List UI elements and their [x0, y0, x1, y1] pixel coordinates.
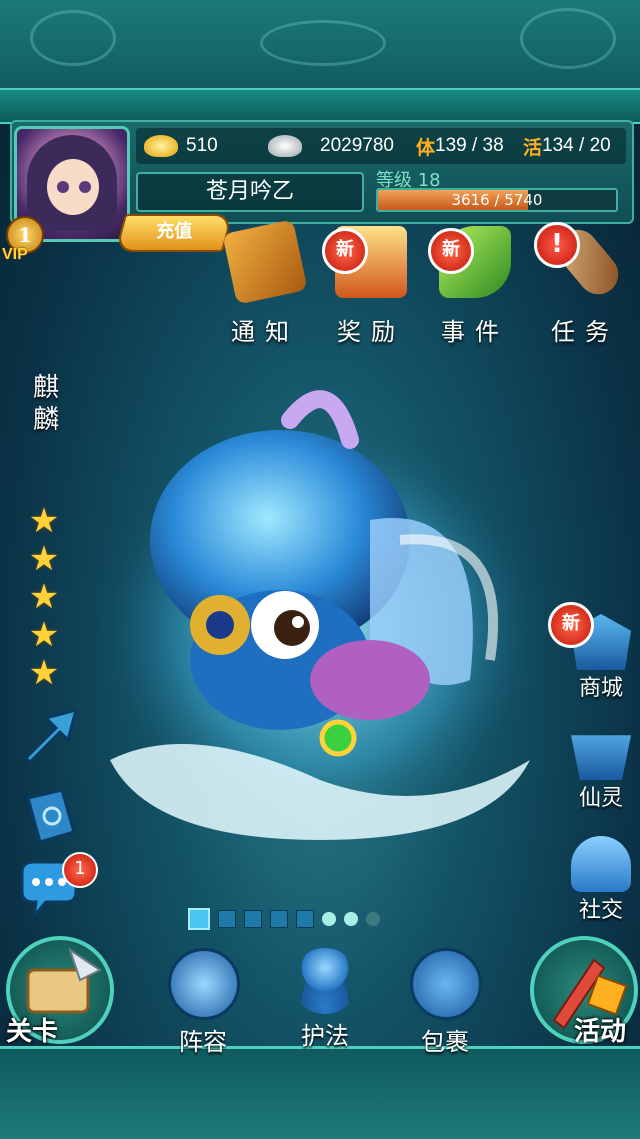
vigor-icon: 活: [523, 137, 543, 159]
new-badge: 新: [322, 228, 368, 274]
star-icon: ★: [28, 539, 60, 579]
header-frame: [0, 88, 640, 124]
guardian-person-icon: [292, 948, 358, 1014]
activity-button[interactable]: 活动: [530, 936, 638, 1047]
silver-ingot-icon: [268, 135, 302, 157]
guard-label: 护法: [301, 1022, 349, 1050]
pet-name-char: 麒: [32, 373, 59, 403]
star-icon: ★: [28, 577, 60, 617]
event-label: 事件: [441, 318, 509, 346]
gold-amount: 510: [186, 135, 218, 156]
stage-button[interactable]: 关卡: [6, 936, 114, 1047]
page-indicator: [188, 908, 380, 930]
arrow-icon: [23, 707, 79, 765]
pet-name: 麒 麟: [28, 372, 64, 436]
star-icon: ★: [28, 653, 60, 693]
lineup-label: 阵容: [179, 1028, 227, 1056]
spirit-button[interactable]: 仙灵: [566, 724, 636, 812]
handshake-icon: [571, 836, 631, 892]
guard-button[interactable]: 护法: [290, 948, 360, 1051]
new-badge: 新: [428, 228, 474, 274]
recharge-button[interactable]: 充值: [114, 214, 234, 252]
reward-label: 奖励: [337, 318, 405, 346]
exp-bar: 3616 / 5740: [376, 188, 618, 212]
page-dot[interactable]: [296, 910, 314, 928]
page-dot[interactable]: [244, 910, 262, 928]
new-badge: 新: [548, 602, 594, 648]
activity-label: 活动: [574, 1017, 627, 1047]
envelope-icon: [222, 219, 308, 305]
bottom-decoration: [0, 1046, 640, 1139]
page-dot[interactable]: [188, 908, 210, 930]
chat-notification-badge: 1: [62, 852, 98, 888]
event-button[interactable]: 事件 新: [428, 226, 520, 347]
top-menu: 通知 奖励 新 事件 新 任务 !: [220, 219, 640, 356]
stamina-icon: 体: [416, 137, 436, 159]
stamina-value: 139 / 38: [435, 135, 504, 156]
alert-badge: !: [534, 222, 580, 268]
silver-amount: 2029780: [320, 135, 394, 156]
task-button[interactable]: 任务 !: [534, 221, 630, 347]
task-label: 任务: [551, 318, 619, 346]
bag-pouch-icon: [410, 948, 482, 1020]
vip-badge[interactable]: 1 VIP: [2, 216, 50, 266]
recharge-label: 充值: [156, 221, 193, 242]
shop-label: 商城: [578, 676, 623, 701]
page-dot[interactable]: [322, 912, 336, 926]
vigor-value: 134 / 20: [542, 135, 611, 156]
spirit-gate-icon: [571, 735, 631, 780]
gold-ingot-icon: [144, 135, 178, 157]
exp-text: 3616 / 5740: [451, 191, 543, 209]
star-icon: ★: [28, 501, 60, 541]
lineup-ring-icon: [168, 948, 240, 1020]
stage-label: 关卡: [6, 1017, 59, 1047]
star-icon: ★: [28, 615, 60, 655]
social-label: 社交: [578, 898, 623, 923]
lineup-button[interactable]: 阵容: [168, 948, 240, 1057]
top-decoration: [0, 0, 640, 92]
notice-label: 通知: [231, 318, 299, 346]
qilin-pet-art[interactable]: [70, 380, 570, 860]
page-dot[interactable]: [344, 912, 358, 926]
resource-bar: 510 2029780 体 139 / 38 活 134 / 20: [136, 128, 626, 164]
notice-button[interactable]: 通知: [220, 219, 310, 347]
vip-label: VIP: [2, 246, 28, 263]
bag-button[interactable]: 包裹: [410, 948, 482, 1057]
book-icon: [26, 788, 76, 844]
page-dot[interactable]: [366, 912, 380, 926]
player-name: 苍月吟乙: [136, 172, 364, 212]
page-dot[interactable]: [218, 910, 236, 928]
social-button[interactable]: 社交: [566, 836, 636, 924]
pet-stars: ★ ★ ★ ★ ★: [24, 502, 64, 692]
arrow-up-button[interactable]: [16, 702, 82, 768]
spirit-label: 仙灵: [578, 786, 623, 811]
book-button[interactable]: [16, 784, 82, 850]
pet-name-char: 麟: [32, 405, 59, 435]
bag-label: 包裹: [421, 1028, 469, 1056]
page-dot[interactable]: [270, 910, 288, 928]
reward-button[interactable]: 奖励 新: [322, 226, 416, 347]
